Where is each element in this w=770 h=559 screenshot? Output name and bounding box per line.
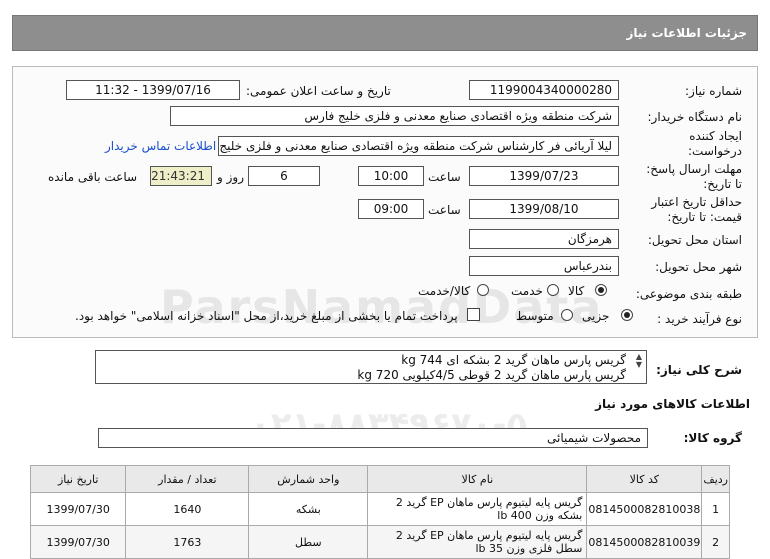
row-date: 1399/07/30 [29,525,127,559]
validity-label-line2: قیمت: تا تاریخ: [667,210,742,224]
validity-time-field: 09:00 [358,199,424,219]
page-header: جزئیات اطلاعات نیاز [12,15,758,51]
description-line-2: گریس پارس ماهان گرید 2 قوطی 4/5کیلویی kg… [357,368,626,382]
scroll-arrows-icon[interactable]: ▲ ▼ [636,353,642,369]
col-name: نام کالا [367,465,588,493]
purchase-option-medium: متوسط [516,309,554,323]
validity-date-field: 1399/08/10 [469,199,619,219]
row-index: 2 [701,525,730,559]
col-date: تاریخ نیاز [29,465,127,493]
remaining-time-label: ساعت باقی مانده [48,170,138,184]
remaining-time-field: 21:43:21 [150,166,212,186]
description-box: گریس پارس ماهان گرید 2 بشکه ای kg 744 گر… [95,350,647,384]
row-unit: سطل [248,525,369,559]
col-unit: واحد شمارش [248,465,369,493]
days-remaining-field: 6 [248,166,320,186]
deadline-time-label: ساعت [428,170,461,184]
description-line-1: گریس پارس ماهان گرید 2 بشکه ای kg 744 [401,353,626,367]
description-label: شرح کلی نیاز: [656,363,742,377]
creator-label-line2: درخواست: [688,144,742,158]
need-number-label: شماره نیاز: [685,84,742,98]
row-date: 1399/07/30 [29,492,127,526]
purchase-radio-minor[interactable] [621,309,633,321]
category-option-goods-service: کالا/خدمت [418,284,471,298]
col-code: کد کالا [586,465,703,493]
category-option-goods: کالا [568,284,585,298]
col-index: ردیف [701,465,730,493]
table-row[interactable]: 1 0814500082810038 گریس پایه لیتیوم پارس… [29,492,730,526]
deadline-date-field: 1399/07/23 [469,166,619,186]
category-radio-goods-service[interactable] [477,284,489,296]
treasury-payment-checkbox[interactable] [467,308,480,321]
city-label: شهر محل تحویل: [655,260,742,274]
validity-label-line1: حداقل تاریخ اعتبار [651,195,742,209]
deadline-label-line2: تا تاریخ: [703,177,742,191]
category-option-service: خدمت [511,284,543,298]
col-qty: تعداد / مقدار [125,465,250,493]
province-field: هرمزگان [469,229,619,249]
announce-label: تاریخ و ساعت اعلان عمومی: [246,84,391,98]
row-code: 0814500082810039 [586,525,703,559]
province-label: استان محل تحویل: [647,233,742,247]
treasury-payment-note: پرداخت تمام یا بخشی از مبلغ خرید،از محل … [75,309,458,323]
row-qty: 1640 [125,492,250,526]
row-code: 0814500082810038 [586,492,703,526]
need-number-field: 1199004340000280 [469,80,619,100]
creator-field: لیلا آریائی فر کارشناس شرکت منطقه ویژه ا… [218,136,619,156]
buyer-org-field: شرکت منطقه ویژه اقتصادی صنایع معدنی و فل… [170,106,619,126]
row-unit: بشکه [248,492,369,526]
category-radio-service[interactable] [547,284,559,296]
creator-label-line1: ایجاد کننده [689,129,742,143]
row-qty: 1763 [125,525,250,559]
announce-datetime-field: 1399/07/16 - 11:32 [66,80,240,100]
category-radio-goods[interactable] [595,284,607,296]
deadline-time-field: 10:00 [358,166,424,186]
goods-group-label: گروه کالا: [683,431,742,445]
table-row[interactable]: 2 0814500082810039 گریس پایه لیتیوم پارس… [29,525,730,559]
goods-table-header: ردیف کد کالا نام کالا واحد شمارش تعداد /… [29,465,730,493]
category-label: طبقه بندی موضوعی: [635,287,742,301]
validity-time-label: ساعت [428,203,461,217]
purchase-radio-medium[interactable] [561,309,573,321]
row-index: 1 [701,492,730,526]
goods-section-title: اطلاعات کالاهای مورد نیاز [595,397,750,411]
days-label: روز و [217,170,244,184]
buyer-contact-link[interactable]: اطلاعات تماس خریدار [105,139,216,153]
deadline-label-line1: مهلت ارسال پاسخ: [646,162,742,176]
row-name: گریس پایه لیتیوم پارس ماهان EP گرید 2 سط… [367,525,588,559]
goods-group-field: محصولات شیمیائی [98,428,648,448]
page-title: جزئیات اطلاعات نیاز [626,26,747,40]
purchase-option-minor: جزیی [582,309,610,323]
buyer-org-label: نام دستگاه خریدار: [647,110,743,124]
city-field: بندرعباس [469,256,619,276]
purchase-type-label: نوع فرآیند خرید : [657,312,742,326]
row-name: گریس پایه لیتیوم پارس ماهان EP گرید 2 بش… [367,492,588,526]
